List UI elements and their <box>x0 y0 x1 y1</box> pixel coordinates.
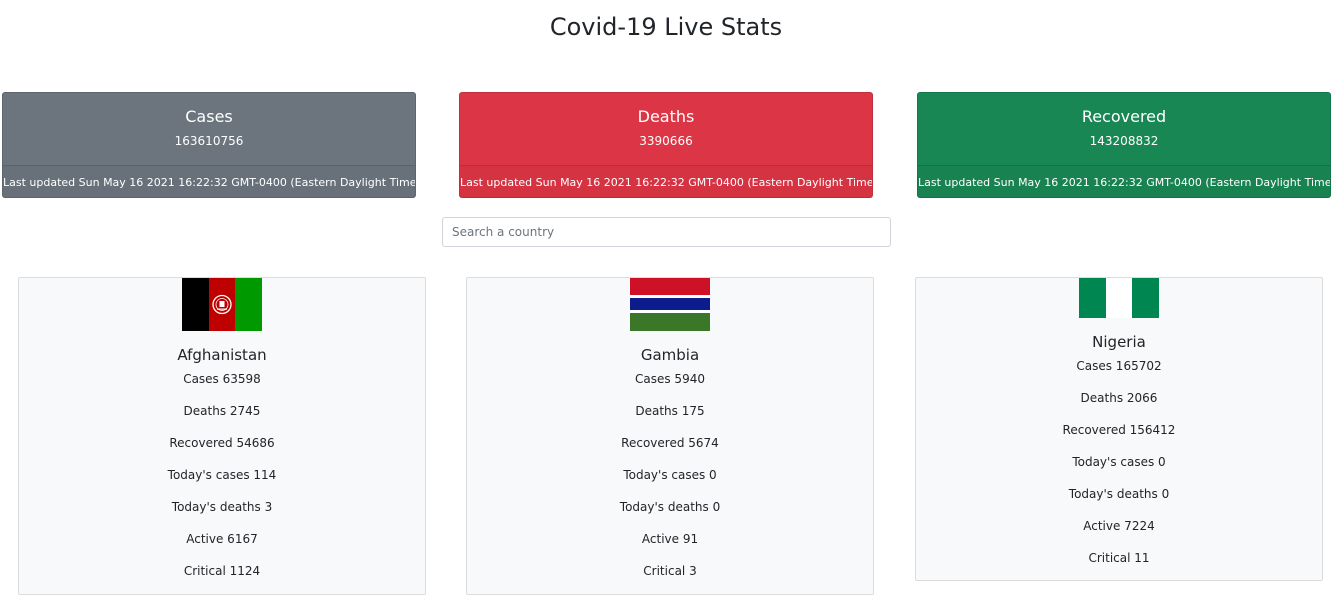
afghanistan-flag-icon <box>182 278 262 331</box>
cases-summary-card: Cases 163610756 Last updated Sun May 16 … <box>2 92 416 198</box>
country-cases: Cases 63598 <box>183 372 261 386</box>
search-input[interactable] <box>442 217 891 247</box>
country-card-afghanistan: Afghanistan Cases 63598 Deaths 2745 Reco… <box>18 277 426 595</box>
country-active: Active 91 <box>641 532 699 546</box>
country-critical: Critical 3 <box>643 564 697 578</box>
country-deaths: Deaths 175 <box>635 404 705 418</box>
country-today-cases: Today's cases 0 <box>1072 455 1166 469</box>
country-cases: Cases 5940 <box>635 372 705 386</box>
country-today-deaths: Today's deaths 3 <box>171 500 273 514</box>
country-today-deaths: Today's deaths 0 <box>1068 487 1170 501</box>
country-name: Nigeria <box>1092 333 1146 351</box>
deaths-value: 3390666 <box>639 134 693 148</box>
recovered-summary-card: Recovered 143208832 Last updated Sun May… <box>917 92 1331 198</box>
country-today-deaths: Today's deaths 0 <box>619 500 721 514</box>
country-today-cases: Today's cases 0 <box>623 468 717 482</box>
country-card-gambia: Gambia Cases 5940 Deaths 175 Recovered 5… <box>466 277 874 595</box>
recovered-last-updated: Last updated Sun May 16 2021 16:22:32 GM… <box>918 165 1330 198</box>
country-name: Afghanistan <box>177 346 267 364</box>
country-name: Gambia <box>640 346 700 364</box>
deaths-last-updated: Last updated Sun May 16 2021 16:22:32 GM… <box>460 165 872 198</box>
recovered-value: 143208832 <box>1089 134 1159 148</box>
cases-value: 163610756 <box>174 134 244 148</box>
country-recovered: Recovered 156412 <box>1062 423 1176 437</box>
nigeria-flag-icon <box>1079 278 1159 318</box>
page-title: Covid-19 Live Stats <box>549 13 783 41</box>
country-recovered: Recovered 5674 <box>621 436 719 450</box>
country-deaths: Deaths 2745 <box>183 404 261 418</box>
country-active: Active 7224 <box>1083 519 1155 533</box>
country-critical: Critical 1124 <box>183 564 261 578</box>
country-cases: Cases 165702 <box>1076 359 1162 373</box>
country-active: Active 6167 <box>186 532 258 546</box>
country-deaths: Deaths 2066 <box>1080 391 1158 405</box>
country-card-nigeria: Nigeria Cases 165702 Deaths 2066 Recover… <box>915 277 1323 581</box>
cases-last-updated: Last updated Sun May 16 2021 16:22:32 GM… <box>3 165 415 198</box>
deaths-title: Deaths <box>637 107 695 126</box>
country-critical: Critical 11 <box>1088 551 1150 565</box>
gambia-flag-icon <box>630 278 710 331</box>
recovered-title: Recovered <box>1081 107 1167 126</box>
cases-title: Cases <box>185 107 233 126</box>
country-today-cases: Today's cases 114 <box>167 468 277 482</box>
country-recovered: Recovered 54686 <box>169 436 275 450</box>
deaths-summary-card: Deaths 3390666 Last updated Sun May 16 2… <box>459 92 873 198</box>
